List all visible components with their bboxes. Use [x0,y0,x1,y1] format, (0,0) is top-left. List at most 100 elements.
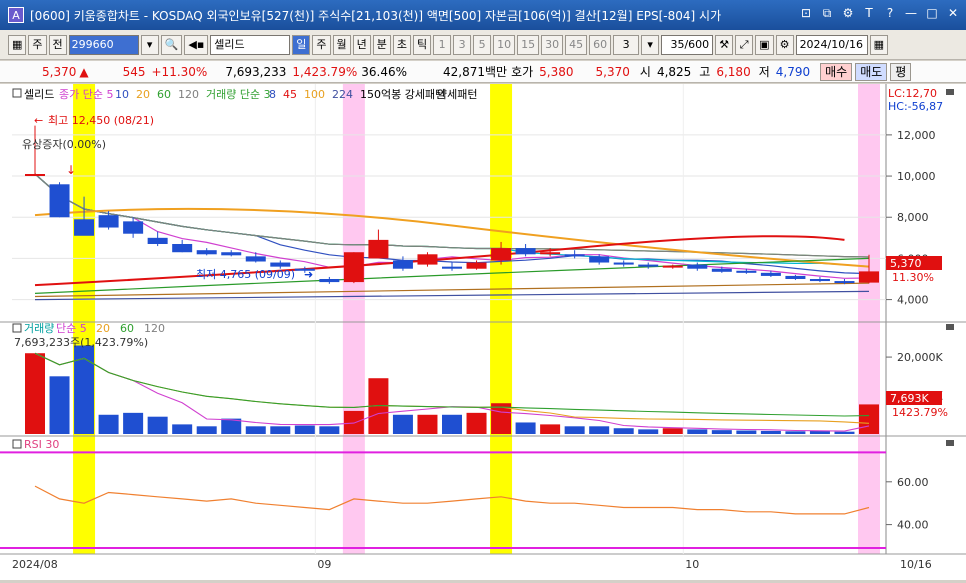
draw-icon[interactable]: ⤢ [735,34,754,55]
save-icon[interactable]: ▣ [755,34,774,55]
candle-body [515,248,536,255]
candle-body [25,174,45,176]
volume-bar [540,424,561,434]
minimize-icon[interactable]: — [904,6,918,21]
lc-label: LC:12,70 [888,87,937,100]
period-week[interactable]: 주 [312,34,331,55]
weak-pattern-band [342,84,365,554]
period-minute[interactable]: 분 [372,34,391,55]
last-price-label: 5,370 [890,257,922,270]
buy-button[interactable]: 매수 [820,62,853,81]
ma-line [34,173,870,258]
x-axis-label: 09 [317,558,331,571]
volume-ratio: 1,423.79% [292,64,358,79]
layout-icon[interactable]: ▦ [8,34,27,55]
gear-icon[interactable]: ⚙ [775,34,794,55]
font-icon[interactable]: T [862,6,876,21]
candle-body [491,248,512,261]
candle-body [417,254,438,265]
market-select[interactable]: 주 [28,34,47,55]
window-titlebar: A [0600] 키움종합차트 - KOSDAQ 외국인보유[527(천)] 주… [0,0,966,30]
candle-body [319,279,340,283]
volume-value: 7,693,233 [225,64,287,79]
low-annotation: 최저 4,765 (09/09) [196,268,295,281]
date-field[interactable]: 2024/10/16 [795,34,868,55]
minute-30[interactable]: 30 [541,34,564,55]
volume-bar [760,430,781,434]
chart-svg[interactable]: 셀리드 종가 단순 5 10 20 60 120 거래량 단순 38 45 100 224 150억… [0,84,966,580]
candle-body [196,250,217,255]
close-icon[interactable]: ✕ [946,6,960,21]
low-value: 4,790 [775,64,811,79]
x-axis-right-label: 10/16 [900,558,932,571]
arrow-left-icon: ← [34,114,43,127]
candle-body [613,262,634,265]
panel-toggle-icon [12,88,22,98]
data-count-field[interactable]: 35/600 [661,34,714,55]
price-legend-item: 150억봉 강세패턴 [360,88,445,101]
minute-5[interactable]: 5 [473,34,492,55]
volume-bar [270,426,291,434]
copy-icon[interactable]: ⧉ [820,6,834,21]
volume-bar [589,426,610,434]
candle-body [687,264,708,269]
volume-bar [736,430,757,434]
period-tick[interactable]: 틱 [413,34,432,55]
volume-legend-item: 120 [144,322,165,335]
low-label: 저 [758,65,770,79]
stock-code-input[interactable]: 299660 [68,34,139,55]
up-arrow-icon: ▲ [79,64,89,79]
unit-select[interactable]: 3 [613,34,640,55]
period-month[interactable]: 월 [332,34,351,55]
volume-bar [98,414,119,434]
panel-collapse-icon [946,324,954,330]
candle-body [785,275,806,279]
volume-bar [638,429,659,434]
volume-ma-line [34,352,870,424]
stock-name-field[interactable]: 셀리드 [210,34,291,55]
minute-45[interactable]: 45 [565,34,588,55]
sell-button[interactable]: 매도 [855,62,888,81]
sound-icon[interactable]: ◀▪ [184,34,209,55]
unit-dropdown-icon[interactable]: ▾ [641,34,660,55]
period-second[interactable]: 초 [392,34,412,55]
indicator-icon[interactable]: ⚒ [715,34,734,55]
minute-10[interactable]: 10 [493,34,516,55]
calendar-icon[interactable]: ▦ [869,34,888,55]
turnover-value: 36.46% [361,64,407,79]
eval-button[interactable]: 평 [890,62,912,81]
candle-body [270,262,291,267]
minute-15[interactable]: 15 [517,34,540,55]
link-icon[interactable]: ⊡ [799,6,813,21]
app-logo-icon: A [8,7,24,23]
search-icon[interactable]: 🔍 [160,34,183,55]
candle-body [368,239,389,259]
candle-body [859,271,879,283]
volume-bar [196,426,217,434]
maximize-icon[interactable]: □ [925,6,939,21]
price-legend-item: 종가 단순 5 [59,88,113,101]
period-year[interactable]: 년 [352,34,371,55]
price-axis-label: 12,000 [897,129,936,142]
panel-collapse-icon [946,440,954,446]
chart-area[interactable]: 셀리드 종가 단순 5 10 20 60 120 거래량 단순 3 8 45 100 224 150억… [0,84,966,580]
help-icon[interactable]: ? [883,6,897,21]
settings-icon[interactable]: ⚙ [841,6,855,21]
minute-3[interactable]: 3 [453,34,472,55]
minute-1[interactable]: 1 [433,34,452,55]
volume-bar [785,431,806,434]
minute-60[interactable]: 60 [589,34,612,55]
rsi-legend: RSI 30 [24,438,59,451]
volume-bar [859,404,879,434]
period-day[interactable]: 일 [292,34,311,55]
panel-toggle-icon [12,439,22,449]
volume-bar [515,422,536,434]
candle-body [540,252,561,255]
open-value: 4,825 [656,64,692,79]
bid-label: 호가 [511,65,534,79]
prev-button[interactable]: 전 [48,34,67,55]
volume-bar [294,425,315,434]
volume-axis-label: 20,000K [897,351,943,364]
chart-toolbar: ▦ 주 전 299660 ▾ 🔍 ◀▪ 셀리드 일 주 월 년 분 초 틱 1 … [0,30,966,60]
code-dropdown-icon[interactable]: ▾ [140,34,159,55]
